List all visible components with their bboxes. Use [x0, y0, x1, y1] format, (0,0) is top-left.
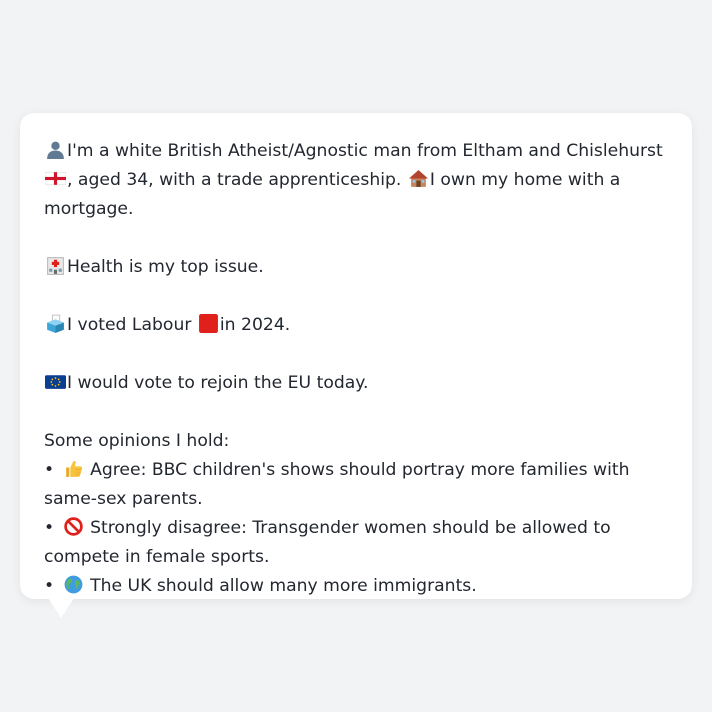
- intro-text-1: I'm a white British Atheist/Agnostic man…: [67, 141, 663, 161]
- eu-text: I would vote to rejoin the EU today.: [67, 373, 369, 393]
- opinion-text: The UK should allow many more immigrants…: [90, 576, 477, 596]
- health-paragraph: Health is my top issue.: [44, 253, 672, 282]
- opinion-text: Agree: BBC children's shows should portr…: [44, 460, 630, 509]
- opinions-heading: Some opinions I hold:: [44, 431, 230, 451]
- person-silhouette-icon: [45, 139, 66, 160]
- england-flag-icon: [45, 168, 66, 189]
- vote-text-1: I voted Labour: [67, 315, 192, 335]
- ballot-box-icon: [45, 313, 66, 334]
- opinions-section: Some opinions I hold: • Agree: BBC child…: [44, 427, 672, 601]
- prohibited-icon: [63, 516, 84, 537]
- eu-flag-icon: [45, 371, 66, 392]
- persona-speech-bubble: I'm a white British Atheist/Agnostic man…: [20, 113, 692, 599]
- speech-bubble-tail: [48, 598, 74, 618]
- intro-text-2: , aged 34, with a trade apprenticeship.: [67, 170, 402, 190]
- bullet: •: [44, 576, 55, 596]
- opinion-item: • Agree: BBC children's shows should por…: [44, 456, 672, 514]
- hospital-icon: [45, 255, 66, 276]
- bullet: •: [44, 460, 55, 480]
- thumbs-up-icon: [63, 458, 84, 479]
- vote-paragraph: I voted Labour in 2024.: [44, 311, 672, 340]
- opinion-item: • Strongly disagree: Transgender women s…: [44, 514, 672, 572]
- health-text: Health is my top issue.: [67, 257, 264, 277]
- intro-paragraph: I'm a white British Atheist/Agnostic man…: [44, 137, 672, 224]
- bullet: •: [44, 518, 55, 538]
- opinion-text: Strongly disagree: Transgender women sho…: [44, 518, 611, 567]
- globe-icon: [63, 574, 84, 595]
- red-square-icon: [198, 313, 219, 334]
- vote-text-2: in 2024.: [219, 315, 291, 335]
- house-icon: [408, 168, 429, 189]
- opinion-item: • The UK should allow many more immigran…: [44, 572, 672, 601]
- eu-paragraph: I would vote to rejoin the EU today.: [44, 369, 672, 398]
